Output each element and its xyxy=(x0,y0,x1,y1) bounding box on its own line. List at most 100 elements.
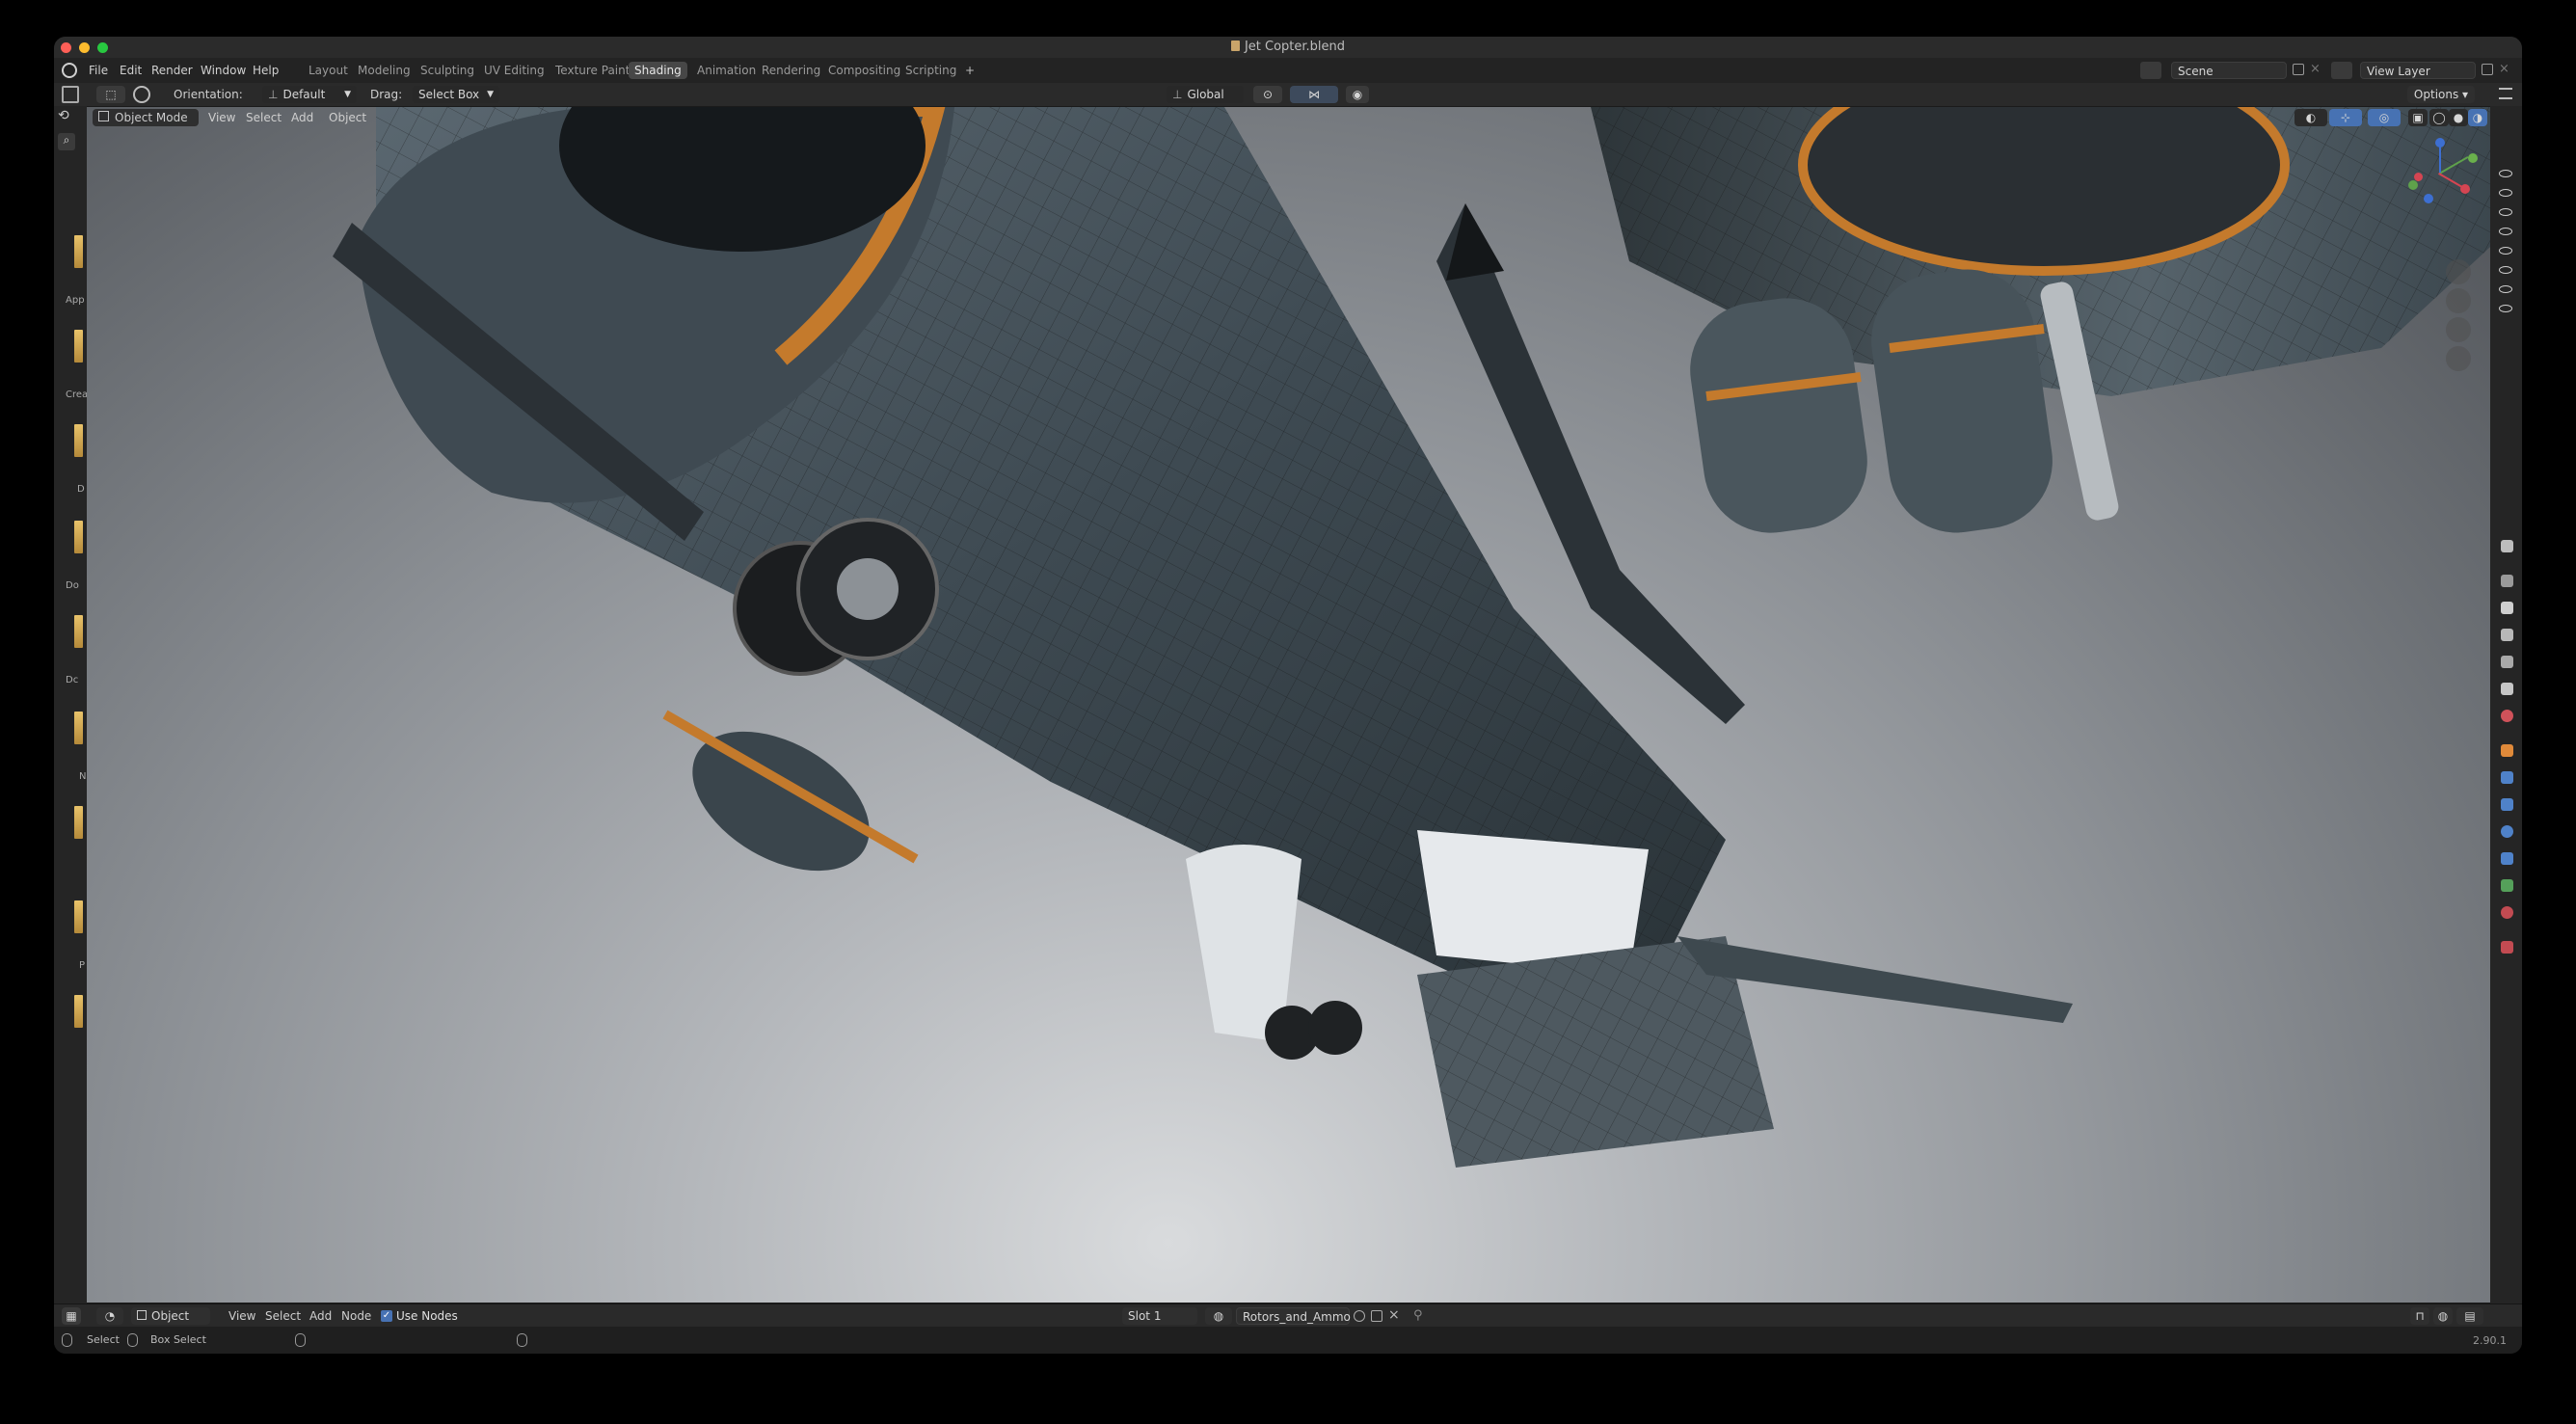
menu-help[interactable]: Help xyxy=(253,64,279,77)
shader-type-icon[interactable]: ◔ xyxy=(96,1307,123,1325)
unlink-material-icon[interactable]: × xyxy=(1388,1307,1400,1323)
tab-animation[interactable]: Animation xyxy=(691,62,762,79)
tab-modeling[interactable]: Modeling xyxy=(352,62,416,79)
eye-icon[interactable] xyxy=(2499,208,2512,216)
material-slot-dropdown[interactable]: Slot 1 xyxy=(1122,1307,1197,1325)
use-nodes-checkbox[interactable]: ✓ xyxy=(381,1310,392,1322)
snap-toggle-icon[interactable]: ⋈ xyxy=(1290,86,1338,103)
file-label[interactable]: P xyxy=(79,960,85,971)
eye-icon[interactable] xyxy=(2499,305,2512,312)
blender-app-icon[interactable]: ⟲ xyxy=(58,108,77,127)
proportional-edit-icon[interactable]: ◉ xyxy=(1346,86,1369,103)
y-axis-icon[interactable] xyxy=(2468,153,2478,163)
menu-file[interactable]: File xyxy=(89,64,108,77)
data-properties-icon[interactable] xyxy=(2501,879,2513,892)
viewport-menu-select[interactable]: Select xyxy=(246,111,282,124)
menu-render[interactable]: Render xyxy=(151,64,193,77)
tab-shading[interactable]: Shading xyxy=(629,62,687,79)
overlay-icon[interactable]: ◍ xyxy=(2433,1307,2453,1325)
node-menu-add[interactable]: Add xyxy=(309,1309,332,1323)
new-view-layer-icon[interactable] xyxy=(2482,64,2493,75)
folder-thumbnail[interactable] xyxy=(74,900,83,933)
grid-toggle-icon[interactable] xyxy=(2446,346,2471,371)
fake-user-icon[interactable] xyxy=(1354,1310,1365,1322)
object-mode-dropdown[interactable]: Object Mode xyxy=(93,109,199,126)
snap-icon[interactable]: ⊓ xyxy=(2410,1307,2429,1325)
neg-z-axis-icon[interactable] xyxy=(2424,194,2433,203)
pivot-point-icon[interactable]: ⊙ xyxy=(1253,86,1282,103)
search-icon[interactable]: ⌕ xyxy=(58,133,75,150)
eye-icon[interactable] xyxy=(2499,228,2512,235)
world-properties-icon[interactable] xyxy=(2501,710,2513,722)
eye-icon[interactable] xyxy=(2499,266,2512,274)
zoom-icon[interactable] xyxy=(2446,259,2471,284)
outliner-menu-icon[interactable] xyxy=(2499,88,2512,99)
tab-sculpting[interactable]: Sculpting xyxy=(415,62,480,79)
3d-viewport[interactable]: Object Mode View Select Add Object ◐ ⊹ ◎… xyxy=(87,107,2490,1303)
scene-name-field[interactable]: Scene xyxy=(2171,62,2287,79)
texture-properties-icon[interactable] xyxy=(2501,941,2513,954)
file-label[interactable]: Do xyxy=(66,580,79,591)
new-material-icon[interactable] xyxy=(1371,1310,1382,1322)
delete-scene-icon[interactable]: × xyxy=(2310,62,2321,76)
options-dropdown[interactable]: Options ▾ xyxy=(2407,86,2475,103)
file-label[interactable]: Dc xyxy=(66,675,78,685)
object-type-dropdown[interactable]: Object xyxy=(131,1307,210,1325)
file-browser-icon[interactable] xyxy=(62,86,79,103)
material-properties-icon[interactable] xyxy=(2501,906,2513,919)
menu-edit[interactable]: Edit xyxy=(120,64,142,77)
tool-properties-icon[interactable] xyxy=(2501,575,2513,587)
folder-thumbnail[interactable] xyxy=(74,424,83,457)
pan-hand-icon[interactable] xyxy=(2446,288,2471,313)
properties-editor-icon[interactable] xyxy=(2501,540,2513,552)
xray-toggle-icon[interactable]: ▣ xyxy=(2408,109,2428,126)
select-tool-icon[interactable]: ⬚ xyxy=(96,86,125,103)
viewport-menu-object[interactable]: Object xyxy=(329,111,366,124)
drag-dropdown[interactable]: Select Box ▼ xyxy=(413,86,499,103)
viewport-menu-view[interactable]: View xyxy=(208,111,235,124)
material-name-field[interactable]: Rotors_and_Ammo xyxy=(1236,1307,1351,1325)
node-menu-view[interactable]: View xyxy=(228,1309,255,1323)
modifier-properties-icon[interactable] xyxy=(2501,771,2513,784)
folder-thumbnail[interactable] xyxy=(74,330,83,363)
x-axis-icon[interactable] xyxy=(2460,184,2470,194)
tab-compositing[interactable]: Compositing xyxy=(822,62,906,79)
navigation-gizmo[interactable] xyxy=(2401,134,2478,211)
tab-rendering[interactable]: Rendering xyxy=(756,62,826,79)
add-workspace-button[interactable]: + xyxy=(959,62,980,79)
blender-logo-icon[interactable] xyxy=(62,63,77,78)
view-layer-properties-icon[interactable] xyxy=(2501,656,2513,668)
folder-thumbnail[interactable] xyxy=(74,995,83,1028)
sidebar-toggle-icon[interactable]: ▤ xyxy=(2456,1307,2483,1325)
tab-texture-paint[interactable]: Texture Paint xyxy=(550,62,635,79)
particle-properties-icon[interactable] xyxy=(2501,798,2513,811)
neg-y-axis-icon[interactable] xyxy=(2408,180,2418,190)
file-label[interactable]: D xyxy=(77,484,85,495)
solid-shading-icon[interactable]: ● xyxy=(2449,109,2468,126)
pin-icon[interactable]: ⚲ xyxy=(1413,1308,1423,1323)
orientation-dropdown[interactable]: ⊥ Default ▼ xyxy=(262,86,357,103)
wireframe-shading-icon[interactable]: ◯ xyxy=(2429,109,2449,126)
transform-pivot-icon[interactable] xyxy=(133,86,150,103)
view-layer-selector-icon[interactable] xyxy=(2331,62,2352,79)
new-scene-icon[interactable] xyxy=(2293,64,2304,75)
file-label[interactable]: N xyxy=(79,771,86,782)
gizmo-toggle-icon[interactable]: ⊹ xyxy=(2329,109,2362,126)
tab-layout[interactable]: Layout xyxy=(303,62,354,79)
output-properties-icon[interactable] xyxy=(2501,629,2513,641)
folder-thumbnail[interactable] xyxy=(74,712,83,744)
overlay-toggle-icon[interactable]: ◎ xyxy=(2368,109,2401,126)
editor-type-icon[interactable]: ▦ xyxy=(62,1307,81,1325)
file-label[interactable]: App xyxy=(66,295,85,306)
view-layer-name-field[interactable]: View Layer xyxy=(2360,62,2476,79)
constraint-properties-icon[interactable] xyxy=(2501,852,2513,865)
object-properties-icon[interactable] xyxy=(2501,744,2513,757)
folder-thumbnail[interactable] xyxy=(74,615,83,648)
folder-thumbnail[interactable] xyxy=(74,806,83,839)
tab-scripting[interactable]: Scripting xyxy=(899,62,962,79)
material-browse-icon[interactable]: ◍ xyxy=(1205,1307,1232,1325)
material-preview-shading-icon[interactable]: ◑ xyxy=(2468,109,2487,126)
delete-view-layer-icon[interactable]: × xyxy=(2499,62,2509,76)
file-label[interactable]: Crea xyxy=(66,390,88,400)
folder-thumbnail[interactable] xyxy=(74,235,83,268)
